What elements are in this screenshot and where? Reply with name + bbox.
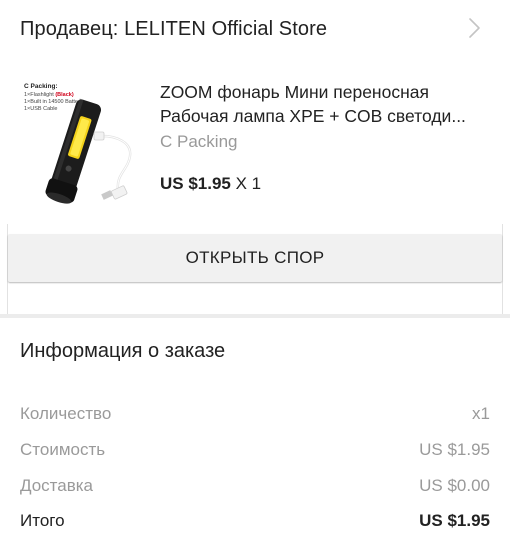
order-row-label: Итого xyxy=(20,511,65,530)
order-info-section: Информация о заказе Количество x1 Стоимо… xyxy=(0,318,510,545)
order-row-value: US $1.95 xyxy=(419,511,490,530)
dispute-area: ОТКРЫТЬ СПОР xyxy=(0,224,510,314)
order-row-label: Стоимость xyxy=(20,440,106,459)
product-variant: C Packing xyxy=(160,132,238,151)
order-row-value: x1 xyxy=(472,404,490,423)
order-detail-page: Продавец: LELITEN Official Store C Packi… xyxy=(0,0,510,545)
chevron-right-icon xyxy=(469,18,480,38)
product-title[interactable]: ZOOM фонарь Мини переносная Рабочая ламп… xyxy=(160,80,495,128)
order-row-value: US $0.00 xyxy=(419,476,490,495)
product-item[interactable]: C Packing: 1×Flashlight (Black) 1×Built … xyxy=(0,70,510,210)
order-row-value: US $1.95 xyxy=(419,440,490,459)
packing-title: C Packing: xyxy=(24,83,58,90)
order-row-label: Доставка xyxy=(20,476,94,495)
packing-line-2: 1×Built in 14500 Battery xyxy=(24,99,83,105)
right-edge-line xyxy=(502,224,503,314)
product-title-line-2: Рабочая лампа XPE + COB светоди... xyxy=(160,106,466,126)
product-title-line-1: ZOOM фонарь Мини переносная xyxy=(160,82,429,102)
packing-line-3: 1×USB Cable xyxy=(24,106,57,112)
seller-row[interactable]: Продавец: LELITEN Official Store xyxy=(0,0,510,58)
seller-name: Продавец: LELITEN Official Store xyxy=(20,17,328,40)
order-row-label: Количество xyxy=(20,404,112,423)
product-quantity: X 1 xyxy=(235,174,262,193)
product-price: US $1.95 xyxy=(160,174,231,193)
packing-line-1: 1×Flashlight (Black) xyxy=(24,92,74,98)
open-dispute-button[interactable]: ОТКРЫТЬ СПОР xyxy=(8,234,502,282)
product-image[interactable]: C Packing: 1×Flashlight (Black) 1×Built … xyxy=(20,78,148,206)
flashlight-product-image: C Packing: 1×Flashlight (Black) 1×Built … xyxy=(24,83,132,204)
order-row-shipping: Доставка US $0.00 xyxy=(20,473,490,499)
flashlight xyxy=(45,98,102,204)
product-price-row: US $1.95 X 1 xyxy=(160,174,261,194)
order-row-cost: Стоимость US $1.95 xyxy=(20,437,490,463)
order-row-total: Итого US $1.95 xyxy=(20,508,490,534)
order-row-quantity: Количество x1 xyxy=(20,401,490,427)
order-info-title: Информация о заказе xyxy=(20,340,226,362)
